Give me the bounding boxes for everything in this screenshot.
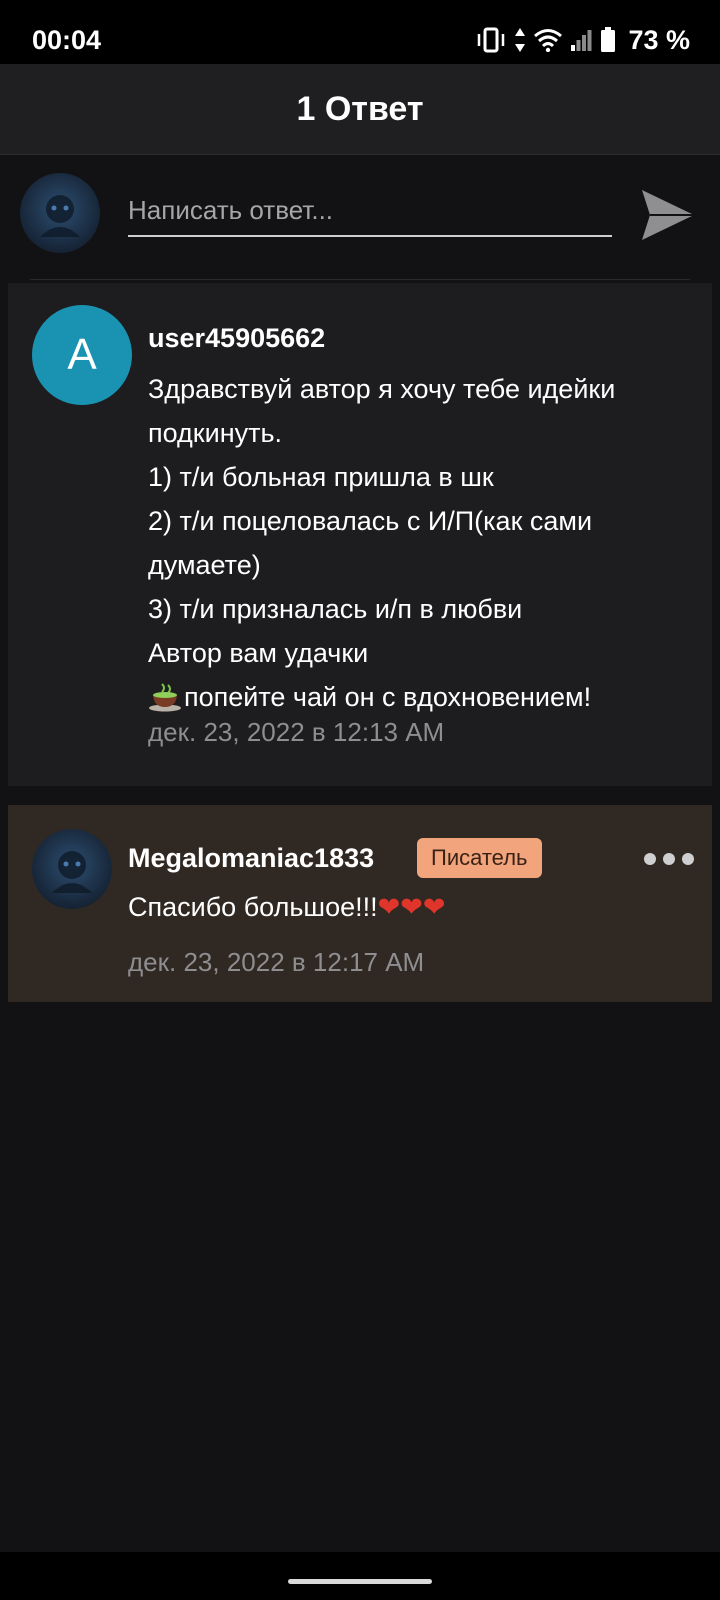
comment-timestamp: дек. 23, 2022 в 12:13 AM: [148, 717, 445, 747]
more-options-icon: [644, 853, 656, 865]
avatar[interactable]: A: [32, 305, 132, 405]
comment-line: попейте чай он с вдохновением!: [184, 682, 592, 712]
signal-icon: [571, 30, 592, 51]
page-title: 1 Ответ: [296, 89, 424, 128]
reply-timestamp: дек. 23, 2022 в 12:17 AM: [128, 947, 425, 977]
status-bar: 00:04 73 %: [0, 0, 720, 64]
more-options-icon: [682, 853, 694, 865]
status-time: 00:04: [32, 25, 102, 55]
screen: 00:04 73 % 1 Ответ Написать ответ... A u…: [0, 0, 720, 1600]
heart-icons: ❤❤❤: [377, 892, 446, 922]
divider: [30, 279, 690, 280]
data-arrows-icon: [515, 28, 526, 52]
tea-cup-icon: [149, 683, 181, 712]
send-button[interactable]: [636, 183, 700, 247]
reply-composer: [0, 155, 720, 280]
battery-percentage: 73 %: [628, 25, 690, 55]
wifi-icon: [534, 29, 563, 52]
status-icons: 73 %: [476, 22, 690, 58]
navigation-bar: [0, 1552, 720, 1600]
reply-text: Спасибо большое!!!: [128, 892, 378, 922]
user-avatar-icon: [20, 173, 100, 253]
reply-input[interactable]: [128, 185, 612, 237]
reply-username[interactable]: Megalomaniac1833: [128, 841, 374, 875]
comment-line-tea: попейте чай он с вдохновением!: [148, 675, 693, 719]
comment-line: 3) т/и призналась и/п в любви: [148, 594, 523, 624]
send-icon: [642, 190, 694, 240]
more-options-button[interactable]: [644, 849, 694, 869]
comment-line: Автор вам удачки: [148, 638, 369, 668]
comment-line: 1) т/и больная пришла в шк: [148, 462, 494, 492]
vibrate-icon: [478, 27, 505, 53]
comment-username[interactable]: user45905662: [148, 321, 325, 355]
more-options-icon: [663, 853, 675, 865]
reply-card: Megalomaniac1833 Писатель Спасибо большо…: [8, 805, 712, 1002]
home-indicator[interactable]: [288, 1579, 432, 1584]
author-avatar-icon[interactable]: [32, 829, 112, 909]
comment-line: 2) т/и поцеловалась с И/П(как сами думае…: [148, 506, 593, 580]
comment-body: Здравствуй автор я хочу тебе идейки подк…: [148, 367, 693, 719]
comment-line: Здравствуй автор я хочу тебе идейки подк…: [148, 374, 616, 448]
app-header: 1 Ответ: [0, 64, 720, 155]
writer-badge: Писатель: [417, 838, 542, 878]
battery-icon: [601, 27, 616, 52]
reply-body: Спасибо большое!!!❤❤❤: [128, 887, 445, 927]
comment-card: A user45905662 Здравствуй автор я хочу т…: [8, 283, 712, 786]
